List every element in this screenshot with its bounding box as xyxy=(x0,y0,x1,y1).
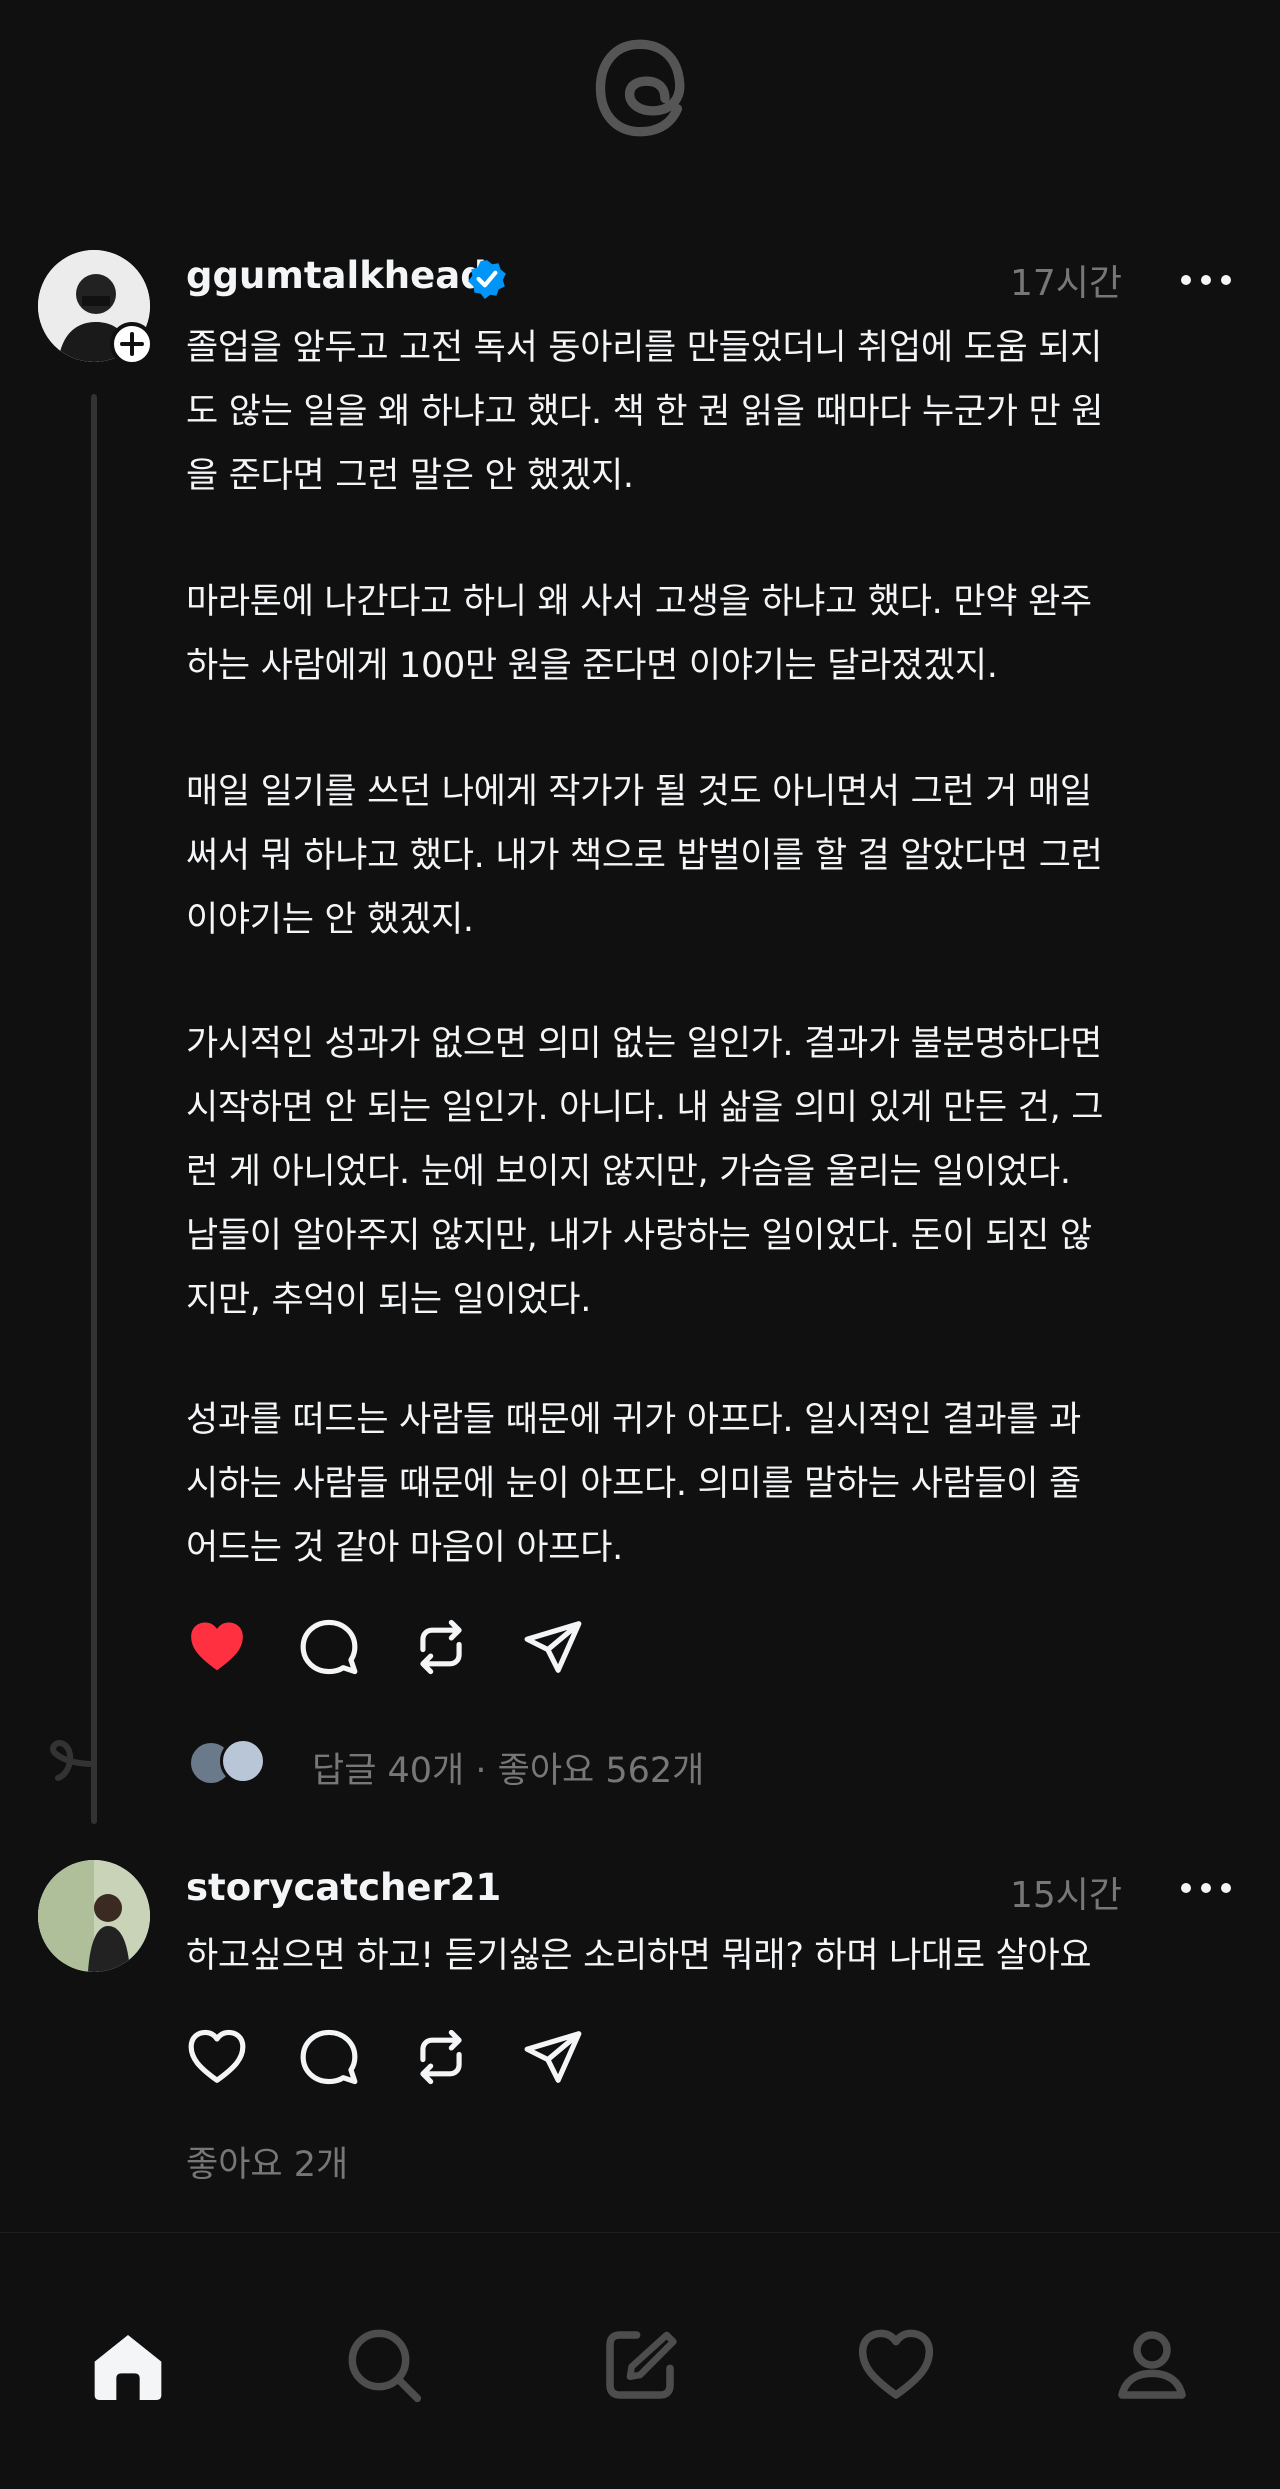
post-paragraph: 가시적인 성과가 없으면 의미 없는 일인가. 결과가 불분명하다면 시작하면 … xyxy=(186,1024,1104,1320)
username[interactable]: ggumtalkhead xyxy=(186,254,487,297)
post-actions xyxy=(186,1616,634,1678)
replier-avatar xyxy=(220,1738,266,1784)
repost-icon[interactable] xyxy=(410,2026,472,2088)
more-icon[interactable] xyxy=(1178,270,1234,290)
comment-icon[interactable] xyxy=(298,1616,360,1678)
repost-icon[interactable] xyxy=(410,1616,472,1678)
post-stats[interactable]: 답글 40개 · 좋아요 562개 xyxy=(312,1742,704,1793)
thread-line xyxy=(91,394,97,1824)
post-paragraph: 매일 일기를 쓰던 나에게 작가가 될 것도 아니면서 그런 거 매일 써서 뭐… xyxy=(186,772,1103,940)
comment-icon[interactable] xyxy=(298,2026,360,2088)
threads-logo-icon[interactable] xyxy=(588,36,692,140)
profile-icon[interactable] xyxy=(1112,2325,1192,2405)
heart-icon[interactable] xyxy=(186,1616,248,1678)
share-icon[interactable] xyxy=(522,2026,584,2088)
share-icon[interactable] xyxy=(522,1616,584,1678)
reply-actions xyxy=(186,2026,634,2088)
post-paragraph: 성과를 떠드는 사람들 때문에 귀가 아프다. 일시적인 결과를 과 시하는 사… xyxy=(186,1400,1081,1568)
reply-stats[interactable]: 좋아요 2개 xyxy=(186,2136,348,2187)
post-paragraph: 졸업을 앞두고 고전 독서 동아리를 만들었더니 취업에 도움 되지 도 않는 … xyxy=(186,328,1104,496)
verified-badge-icon xyxy=(468,260,506,299)
username[interactable]: storycatcher21 xyxy=(186,1866,501,1909)
avatar[interactable] xyxy=(38,1860,150,1972)
thread-curl-icon xyxy=(50,1740,97,1781)
home-icon[interactable] xyxy=(88,2325,168,2405)
post-paragraph: 마라톤에 나간다고 하니 왜 사서 고생을 하냐고 했다. 만약 완주 하는 사… xyxy=(186,582,1092,686)
reply-text: 하고싶으면 하고! 듣기싫은 소리하면 뭐래? 하며 나대로 살아요 xyxy=(186,1936,1092,1976)
search-icon[interactable] xyxy=(344,2325,424,2405)
follow-plus-icon[interactable] xyxy=(110,322,154,366)
activity-icon[interactable] xyxy=(856,2325,936,2405)
more-icon[interactable] xyxy=(1178,1878,1234,1898)
bottom-nav xyxy=(0,2232,1280,2489)
post-time: 17시간 xyxy=(1010,263,1123,304)
compose-icon[interactable] xyxy=(600,2325,680,2405)
heart-icon[interactable] xyxy=(186,2026,248,2088)
reply-time: 15시간 xyxy=(1010,1875,1123,1916)
